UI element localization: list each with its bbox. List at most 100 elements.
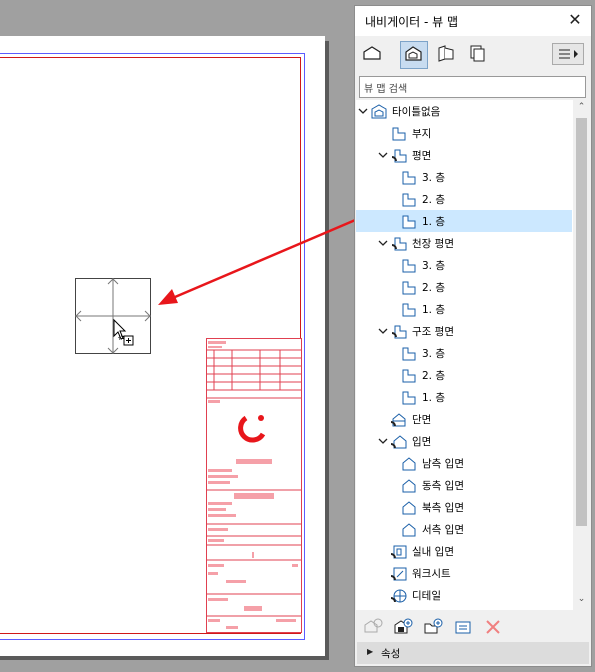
- floor-plan-icon: [402, 281, 416, 295]
- chevron-down-icon[interactable]: [358, 106, 368, 116]
- tree-item[interactable]: 부지: [356, 122, 572, 144]
- floor-plan-icon: [402, 347, 416, 361]
- tree-item[interactable]: 서측 입면: [356, 518, 572, 540]
- site-plan-icon: [392, 127, 406, 141]
- new-folder-icon[interactable]: [422, 616, 444, 638]
- tree-item-label: 타이틀없음: [392, 106, 441, 118]
- tree-item[interactable]: 1. 층: [356, 298, 572, 320]
- drag-cursor-icon: [113, 318, 134, 346]
- tree-scrollbar[interactable]: ⌃ ⌄: [573, 100, 590, 610]
- view-map-search-input[interactable]: 뷰 맵 검색: [359, 76, 586, 98]
- tree-item[interactable]: 3. 층: [356, 166, 572, 188]
- tree-item-label: 북측 입면: [422, 502, 464, 514]
- navigator-toolbar: [355, 612, 591, 642]
- floor-plan-icon: [402, 369, 416, 383]
- properties-label: 속성: [381, 648, 401, 660]
- tree-item[interactable]: 천장 평면: [356, 232, 572, 254]
- tree-item-label: 평면: [412, 150, 432, 162]
- tab-view-map[interactable]: [400, 41, 428, 69]
- publisher-sets-icon: [470, 45, 485, 62]
- menu-icon: [559, 49, 578, 59]
- view-map-icon: [405, 46, 422, 61]
- scroll-down-icon[interactable]: ⌄: [576, 594, 587, 606]
- tree-item[interactable]: 실내 입면: [356, 540, 572, 562]
- tree-item-label: 1. 층: [422, 392, 446, 404]
- tree-item-label: 동측 입면: [422, 480, 464, 492]
- floor-plan-icon: [402, 259, 416, 273]
- tree-item[interactable]: 2. 층: [356, 188, 572, 210]
- chevron-down-icon[interactable]: [378, 150, 388, 160]
- view-map-tree[interactable]: 타이틀없음 부지 평면 3. 층 2. 층 1. 층 천장 평면 3. 층 2. 층 1. 층 구조…: [356, 100, 590, 610]
- tree-item[interactable]: 남측 입면: [356, 452, 572, 474]
- detail-icon: [390, 589, 407, 603]
- tree-item[interactable]: 북측 입면: [356, 496, 572, 518]
- tree-item-label: 워크시트: [412, 568, 451, 580]
- tree-item[interactable]: 3. 층: [356, 254, 572, 276]
- floor-plan-icon: [402, 193, 416, 207]
- tree-item[interactable]: 단면: [356, 408, 572, 430]
- expand-arrow-icon: ▶: [367, 647, 374, 656]
- tab-project-map[interactable]: [359, 41, 387, 69]
- settings-icon[interactable]: [452, 616, 474, 638]
- elevation-icon: [402, 501, 416, 515]
- tree-item[interactable]: 2. 층: [356, 364, 572, 386]
- tree-item-label: 입면: [412, 436, 432, 448]
- tree-item-label: 부지: [412, 128, 432, 140]
- tree-item-label: 3. 층: [422, 260, 446, 272]
- properties-section[interactable]: ▶ 속성: [357, 642, 589, 664]
- tree-item-label: 3. 층: [422, 348, 446, 360]
- floor-plan-icon: [402, 391, 416, 405]
- tree-item-label: 2. 층: [422, 194, 446, 206]
- interior-elevation-icon: [390, 545, 407, 559]
- tree-item[interactable]: 평면: [356, 144, 572, 166]
- tree-item-label: 3. 층: [422, 172, 446, 184]
- folder-view-icon: [391, 149, 407, 163]
- tree-item[interactable]: 입면: [356, 430, 572, 452]
- tree-item-label: 남측 입면: [422, 458, 464, 470]
- panel-title: 내비게이터 - 뷰 맵: [365, 15, 459, 29]
- tree-item-label: 서측 입면: [422, 524, 464, 536]
- tree-item-label: 실내 입면: [412, 546, 454, 558]
- view-map-root-icon: [371, 104, 387, 119]
- tree-item[interactable]: 타이틀없음: [356, 100, 572, 122]
- tree-item[interactable]: 2. 층: [356, 276, 572, 298]
- tree-item[interactable]: 1. 층: [356, 210, 572, 232]
- tree-item[interactable]: 동측 입면: [356, 474, 572, 496]
- scroll-up-icon[interactable]: ⌃: [576, 102, 587, 114]
- new-folder-disabled-icon[interactable]: [362, 616, 384, 638]
- elevation-icon: [402, 479, 416, 493]
- scroll-thumb[interactable]: [576, 118, 587, 526]
- tab-publisher-sets[interactable]: [464, 41, 492, 69]
- chevron-down-icon[interactable]: [378, 326, 388, 336]
- floor-plan-icon: [402, 171, 416, 185]
- tree-item[interactable]: 1. 층: [356, 386, 572, 408]
- tree-item-label: 1. 층: [422, 216, 446, 228]
- navigator-tabs: [355, 40, 591, 70]
- layout-book-icon: [438, 45, 454, 62]
- elevation-folder-icon: [390, 435, 407, 449]
- tree-item-label: 천장 평면: [412, 238, 454, 250]
- title-block: [206, 338, 302, 633]
- folder-view-icon: [391, 237, 407, 251]
- section-icon: [390, 413, 406, 427]
- elevation-icon: [402, 523, 416, 537]
- tree-item-label: 2. 층: [422, 370, 446, 382]
- tree-item-label: 디테일: [412, 590, 441, 602]
- close-icon[interactable]: ✕: [565, 10, 585, 30]
- tree-item[interactable]: 3. 층: [356, 342, 572, 364]
- project-map-icon: [363, 46, 381, 60]
- floor-plan-icon: [402, 303, 416, 317]
- tab-layout-book[interactable]: [433, 41, 461, 69]
- delete-icon[interactable]: [482, 616, 504, 638]
- chevron-down-icon[interactable]: [378, 436, 388, 446]
- tree-item[interactable]: 디테일: [356, 584, 572, 606]
- tree-item[interactable]: 구조 평면: [356, 320, 572, 342]
- tree-item-label: 2. 층: [422, 282, 446, 294]
- tree-item[interactable]: 워크시트: [356, 562, 572, 584]
- save-view-icon[interactable]: [392, 616, 414, 638]
- navigator-panel: 내비게이터 - 뷰 맵 ✕ 뷰 맵 검색 타이틀없음부지평면 3. 층 2. 층 1.…: [354, 5, 592, 667]
- chevron-down-icon[interactable]: [378, 238, 388, 248]
- navigator-menu-button[interactable]: [552, 43, 584, 65]
- elevation-icon: [402, 457, 416, 471]
- panel-titlebar[interactable]: 내비게이터 - 뷰 맵 ✕: [355, 6, 591, 36]
